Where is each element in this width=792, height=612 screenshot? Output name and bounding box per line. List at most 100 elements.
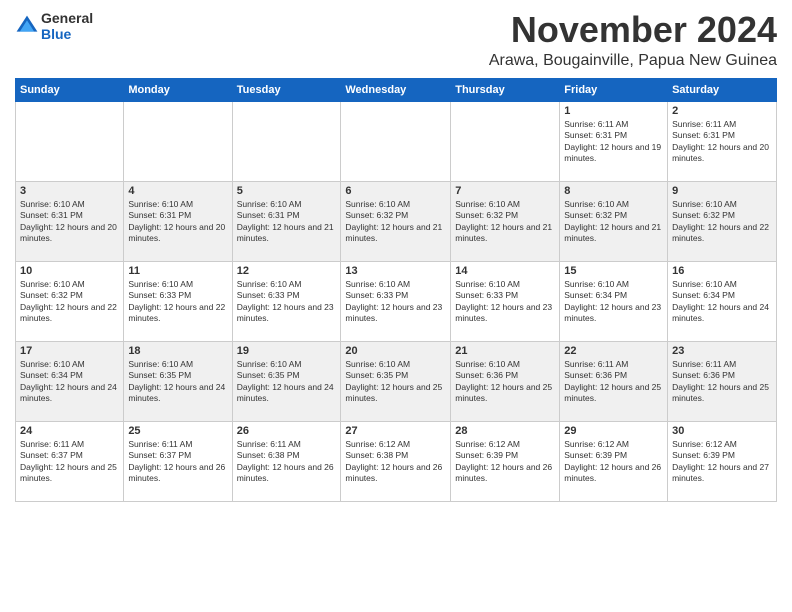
calendar-body: 1 Sunrise: 6:11 AM Sunset: 6:31 PM Daylig…: [16, 101, 777, 501]
day-info: Sunrise: 6:11 AM Sunset: 6:31 PM Dayligh…: [564, 119, 663, 165]
day-cell: 26 Sunrise: 6:11 AM Sunset: 6:38 PM Dayli…: [232, 421, 341, 501]
location: Arawa, Bougainville, Papua New Guinea: [489, 52, 777, 70]
day-number: 2: [672, 105, 772, 117]
day-number: 29: [564, 425, 663, 437]
day-number: 23: [672, 345, 772, 357]
day-number: 5: [237, 185, 337, 197]
day-cell: 27Sunrise: 6:12 AM Sunset: 6:38 PM Dayli…: [341, 421, 451, 501]
day-number: 4: [128, 185, 227, 197]
day-cell: 9Sunrise: 6:10 AM Sunset: 6:32 PM Daylig…: [668, 181, 777, 261]
day-info: Sunrise: 6:10 AM Sunset: 6:36 PM Dayligh…: [455, 359, 555, 405]
calendar: SundayMondayTuesdayWednesdayThursdayFrid…: [15, 78, 777, 502]
day-info: Sunrise: 6:10 AM Sunset: 6:34 PM Dayligh…: [564, 279, 663, 325]
day-info: Sunrise: 6:10 AM Sunset: 6:33 PM Dayligh…: [455, 279, 555, 325]
day-cell: 10 Sunrise: 6:10 AM Sunset: 6:32 PM Dayli…: [16, 261, 124, 341]
day-info: Sunrise: 6:11 AM Sunset: 6:38 PM Dayligh…: [237, 439, 337, 485]
header-row: SundayMondayTuesdayWednesdayThursdayFrid…: [16, 78, 777, 101]
day-cell: 25 Sunrise: 6:11 AM Sunset: 6:37 PM Dayli…: [124, 421, 232, 501]
day-number: 11: [128, 265, 227, 277]
header: General Blue November 2024 Arawa, Bougai…: [15, 10, 777, 70]
day-info: Sunrise: 6:10 AM Sunset: 6:35 PM Dayligh…: [128, 359, 227, 405]
day-number: 8: [564, 185, 663, 197]
day-number: 17: [20, 345, 119, 357]
day-cell: [124, 101, 232, 181]
day-info: Sunrise: 6:11 AM Sunset: 6:31 PM Dayligh…: [672, 119, 772, 165]
logo-general-text: General: [41, 10, 93, 26]
day-cell: 19 Sunrise: 6:10 AM Sunset: 6:35 PM Dayli…: [232, 341, 341, 421]
day-info: Sunrise: 6:10 AM Sunset: 6:35 PM Dayligh…: [237, 359, 337, 405]
logo-blue-text: Blue: [41, 26, 93, 42]
day-of-week-sunday: Sunday: [16, 78, 124, 101]
week-row-4: 17 Sunrise: 6:10 AM Sunset: 6:34 PM Dayli…: [16, 341, 777, 421]
title-block: November 2024 Arawa, Bougainville, Papua…: [489, 10, 777, 70]
week-row-5: 24 Sunrise: 6:11 AM Sunset: 6:37 PM Dayli…: [16, 421, 777, 501]
day-cell: 20 Sunrise: 6:10 AM Sunset: 6:35 PM Dayli…: [341, 341, 451, 421]
day-number: 13: [345, 265, 446, 277]
day-info: Sunrise: 6:11 AM Sunset: 6:37 PM Dayligh…: [20, 439, 119, 485]
month-title: November 2024: [489, 10, 777, 50]
day-cell: [16, 101, 124, 181]
day-number: 20: [345, 345, 446, 357]
day-info: Sunrise: 6:12 AM Sunset: 6:39 PM Dayligh…: [564, 439, 663, 485]
day-of-week-saturday: Saturday: [668, 78, 777, 101]
day-number: 25: [128, 425, 227, 437]
day-info: Sunrise: 6:10 AM Sunset: 6:33 PM Dayligh…: [237, 279, 337, 325]
day-cell: [341, 101, 451, 181]
day-info: Sunrise: 6:12 AM Sunset: 6:39 PM Dayligh…: [455, 439, 555, 485]
day-number: 12: [237, 265, 337, 277]
day-of-week-thursday: Thursday: [451, 78, 560, 101]
day-of-week-wednesday: Wednesday: [341, 78, 451, 101]
day-cell: 24 Sunrise: 6:11 AM Sunset: 6:37 PM Dayli…: [16, 421, 124, 501]
logo-icon: [15, 14, 39, 38]
day-info: Sunrise: 6:10 AM Sunset: 6:31 PM Dayligh…: [128, 199, 227, 245]
day-number: 28: [455, 425, 555, 437]
day-number: 24: [20, 425, 119, 437]
day-number: 9: [672, 185, 772, 197]
day-cell: 15Sunrise: 6:10 AM Sunset: 6:34 PM Dayli…: [560, 261, 668, 341]
day-info: Sunrise: 6:11 AM Sunset: 6:36 PM Dayligh…: [672, 359, 772, 405]
day-cell: 16Sunrise: 6:10 AM Sunset: 6:34 PM Dayli…: [668, 261, 777, 341]
day-cell: 30 Sunrise: 6:12 AM Sunset: 6:39 PM Dayli…: [668, 421, 777, 501]
logo-text: General Blue: [41, 10, 93, 42]
day-cell: 14 Sunrise: 6:10 AM Sunset: 6:33 PM Dayli…: [451, 261, 560, 341]
day-info: Sunrise: 6:10 AM Sunset: 6:35 PM Dayligh…: [345, 359, 446, 405]
day-number: 1: [564, 105, 663, 117]
day-info: Sunrise: 6:10 AM Sunset: 6:31 PM Dayligh…: [20, 199, 119, 245]
day-cell: 5Sunrise: 6:10 AM Sunset: 6:31 PM Daylig…: [232, 181, 341, 261]
day-number: 14: [455, 265, 555, 277]
day-number: 30: [672, 425, 772, 437]
week-row-2: 3 Sunrise: 6:10 AM Sunset: 6:31 PM Daylig…: [16, 181, 777, 261]
day-cell: 22 Sunrise: 6:11 AM Sunset: 6:36 PM Dayli…: [560, 341, 668, 421]
day-number: 22: [564, 345, 663, 357]
calendar-header: SundayMondayTuesdayWednesdayThursdayFrid…: [16, 78, 777, 101]
day-number: 18: [128, 345, 227, 357]
week-row-1: 1 Sunrise: 6:11 AM Sunset: 6:31 PM Daylig…: [16, 101, 777, 181]
day-number: 3: [20, 185, 119, 197]
day-cell: 6 Sunrise: 6:10 AM Sunset: 6:32 PM Daylig…: [341, 181, 451, 261]
day-info: Sunrise: 6:10 AM Sunset: 6:32 PM Dayligh…: [20, 279, 119, 325]
day-cell: [232, 101, 341, 181]
day-number: 6: [345, 185, 446, 197]
day-info: Sunrise: 6:10 AM Sunset: 6:33 PM Dayligh…: [128, 279, 227, 325]
day-info: Sunrise: 6:11 AM Sunset: 6:37 PM Dayligh…: [128, 439, 227, 485]
day-of-week-monday: Monday: [124, 78, 232, 101]
day-number: 26: [237, 425, 337, 437]
day-info: Sunrise: 6:12 AM Sunset: 6:38 PM Dayligh…: [345, 439, 446, 485]
day-cell: 11 Sunrise: 6:10 AM Sunset: 6:33 PM Dayli…: [124, 261, 232, 341]
day-cell: 1 Sunrise: 6:11 AM Sunset: 6:31 PM Daylig…: [560, 101, 668, 181]
day-number: 7: [455, 185, 555, 197]
day-of-week-tuesday: Tuesday: [232, 78, 341, 101]
day-cell: 28 Sunrise: 6:12 AM Sunset: 6:39 PM Dayli…: [451, 421, 560, 501]
day-info: Sunrise: 6:10 AM Sunset: 6:34 PM Dayligh…: [20, 359, 119, 405]
page: General Blue November 2024 Arawa, Bougai…: [0, 0, 792, 612]
day-info: Sunrise: 6:12 AM Sunset: 6:39 PM Dayligh…: [672, 439, 772, 485]
day-info: Sunrise: 6:10 AM Sunset: 6:32 PM Dayligh…: [345, 199, 446, 245]
day-cell: 23 Sunrise: 6:11 AM Sunset: 6:36 PM Dayli…: [668, 341, 777, 421]
day-of-week-friday: Friday: [560, 78, 668, 101]
week-row-3: 10 Sunrise: 6:10 AM Sunset: 6:32 PM Dayli…: [16, 261, 777, 341]
day-info: Sunrise: 6:10 AM Sunset: 6:32 PM Dayligh…: [564, 199, 663, 245]
day-number: 19: [237, 345, 337, 357]
day-info: Sunrise: 6:11 AM Sunset: 6:36 PM Dayligh…: [564, 359, 663, 405]
day-cell: 12 Sunrise: 6:10 AM Sunset: 6:33 PM Dayli…: [232, 261, 341, 341]
day-number: 10: [20, 265, 119, 277]
